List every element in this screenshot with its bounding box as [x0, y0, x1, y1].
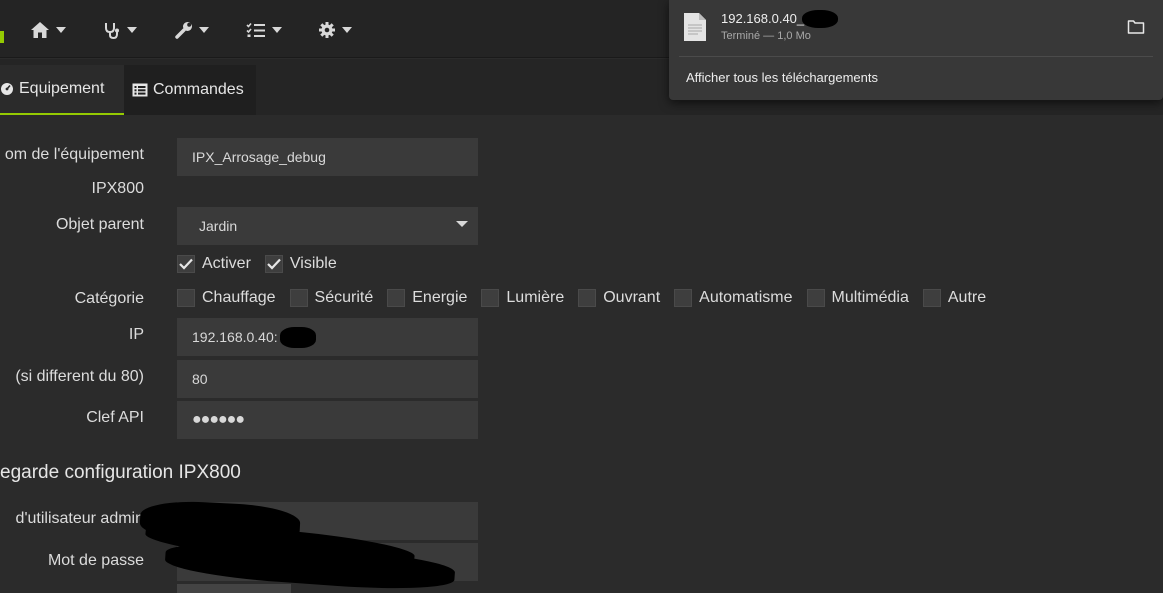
category-label-item: Ouvrant	[603, 289, 661, 306]
equipment-name-value: IPX_Arrosage_debug	[192, 149, 326, 165]
category-checkbox[interactable]: Automatisme	[674, 289, 793, 307]
wrench-icon	[175, 22, 192, 39]
chevron-down-icon	[456, 221, 468, 227]
checkbox-unchecked[interactable]	[177, 289, 195, 307]
checkbox-unchecked[interactable]	[806, 289, 825, 307]
category-checkbox[interactable]: Energie	[387, 289, 467, 307]
chevron-down-icon	[127, 27, 137, 33]
action-button[interactable]	[177, 584, 291, 593]
folder-icon[interactable]	[1127, 19, 1145, 35]
nav-settings-menu[interactable]	[318, 17, 352, 43]
category-checkbox[interactable]: Lumière	[481, 289, 564, 307]
visible-label: Visible	[289, 255, 337, 272]
tab-commands[interactable]: Commandes	[124, 65, 256, 115]
ip-value: 192.168.0.40:	[192, 329, 278, 345]
tab-equipment-label: Equipement	[19, 80, 105, 97]
checkbox-unchecked[interactable]	[387, 289, 406, 307]
backup-section-title: egarde configuration IPX800	[0, 462, 241, 483]
activate-label: Activer	[202, 255, 251, 272]
category-checkbox[interactable]: Ouvrant	[578, 289, 660, 307]
checkbox-unchecked[interactable]	[922, 289, 941, 307]
checkbox-checked[interactable]	[177, 255, 195, 273]
equipment-name-input[interactable]: IPX_Arrosage_debug	[177, 138, 478, 176]
category-label-item: Sécurité	[314, 289, 374, 306]
redaction-mark	[280, 327, 316, 348]
nav-health-menu[interactable]	[103, 17, 137, 43]
list-alt-icon	[132, 83, 148, 97]
category-label-item: Energie	[412, 289, 468, 306]
admin-user-label: d'utilisateur admin	[15, 510, 144, 527]
parent-object-select[interactable]: Jardin	[177, 207, 478, 245]
nav-home-menu[interactable]	[30, 17, 66, 43]
status-checkboxes: Activer Visible	[177, 255, 351, 273]
stethoscope-icon	[105, 23, 119, 39]
category-checkbox[interactable]: Autre	[922, 289, 987, 307]
category-checkbox[interactable]: Sécurité	[289, 289, 374, 307]
checkbox-unchecked[interactable]	[674, 289, 693, 307]
category-label: Catégorie	[74, 290, 144, 307]
check-icon	[267, 258, 281, 270]
parent-object-label: Objet parent	[55, 216, 144, 233]
nav-tools-menu[interactable]	[175, 17, 209, 43]
list-check-icon	[246, 22, 265, 37]
redaction-mark	[802, 10, 838, 28]
download-status: Terminé — 1,0 Mo	[721, 30, 811, 42]
api-key-label: Clef API	[86, 409, 144, 426]
check-icon	[179, 258, 193, 270]
checkbox-unchecked[interactable]	[481, 289, 500, 307]
tab-equipment[interactable]: Equipement	[0, 65, 124, 115]
brand-accent	[0, 31, 4, 43]
activate-checkbox[interactable]: Activer	[177, 255, 251, 273]
category-checkboxes: Chauffage Sécurité Energie Lumière Ouvra…	[177, 289, 1000, 307]
category-label-item: Chauffage	[202, 289, 276, 306]
visible-checkbox[interactable]: Visible	[264, 255, 337, 273]
divider	[679, 56, 1153, 57]
category-label-item: Lumière	[506, 289, 565, 306]
api-key-value: ●●●●●●	[192, 411, 245, 428]
tab-commands-label: Commandes	[153, 81, 244, 98]
port-value: 80	[192, 371, 208, 387]
category-checkbox[interactable]: Chauffage	[177, 289, 276, 307]
chevron-down-icon	[56, 27, 66, 33]
gear-icon	[319, 22, 335, 38]
ip-input[interactable]: 192.168.0.40:	[177, 318, 478, 356]
downloads-panel: 192.168.0.40_ .gce Terminé — 1,0 Mo Affi…	[669, 0, 1163, 100]
api-key-input[interactable]: ●●●●●●	[177, 401, 478, 439]
checkbox-unchecked[interactable]	[578, 289, 597, 307]
checkbox-unchecked[interactable]	[289, 289, 308, 307]
checkbox-checked[interactable]	[264, 255, 283, 273]
chevron-down-icon	[342, 27, 352, 33]
port-input[interactable]: 80	[177, 360, 478, 398]
home-icon	[31, 22, 49, 38]
category-label-item: Multimédia	[831, 289, 909, 306]
ip-label: IP	[128, 326, 144, 343]
port-label: (si different du 80)	[15, 368, 144, 385]
gauge-icon	[1, 83, 13, 95]
category-label-item: Automatisme	[699, 289, 793, 306]
equipment-name-label: om de l'équipement	[4, 146, 144, 163]
password-label: Mot de passe	[47, 552, 144, 569]
show-all-downloads-link[interactable]: Afficher tous les téléchargements	[686, 70, 878, 85]
nav-tasks-menu[interactable]	[246, 17, 282, 43]
category-label-item: Autre	[947, 289, 987, 306]
parent-object-value: Jardin	[199, 218, 238, 234]
category-checkbox[interactable]: Multimédia	[806, 289, 909, 307]
chevron-down-icon	[199, 27, 209, 33]
file-icon	[684, 13, 706, 41]
chevron-down-icon	[272, 27, 282, 33]
device-type-label: IPX800	[91, 180, 144, 197]
